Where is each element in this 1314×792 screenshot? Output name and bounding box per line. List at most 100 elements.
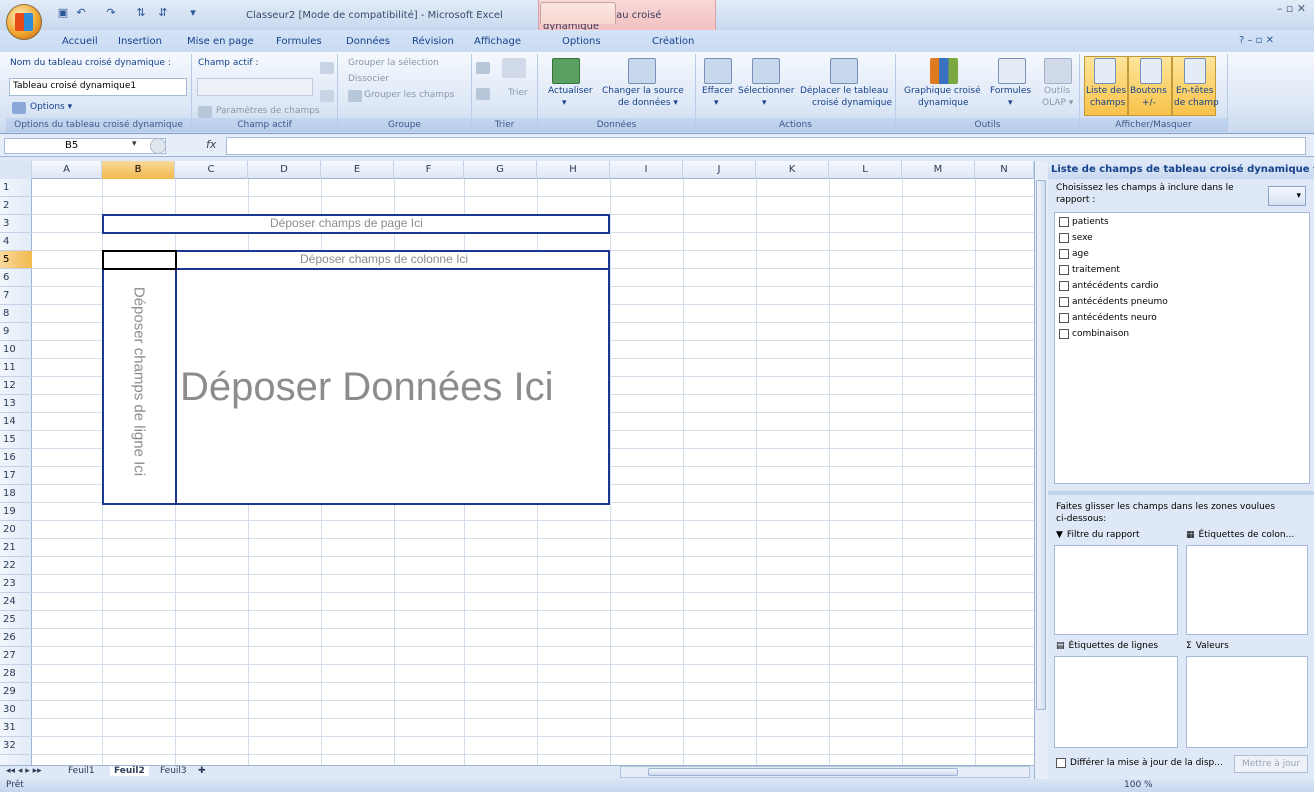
update-button[interactable]: Mettre à jour: [1234, 755, 1308, 773]
checkbox[interactable]: [1059, 313, 1069, 323]
change-source-button[interactable]: Changer la source: [602, 86, 684, 96]
row-header[interactable]: 3: [0, 215, 32, 233]
column-header[interactable]: F: [394, 161, 464, 179]
field-item[interactable]: sexe: [1059, 233, 1093, 243]
field-item[interactable]: antécédents pneumo: [1059, 297, 1168, 307]
row-header[interactable]: 16: [0, 449, 32, 467]
field-settings-button[interactable]: Paramètres de champs: [216, 106, 320, 116]
row-header[interactable]: 5: [0, 251, 32, 269]
column-header[interactable]: K: [756, 161, 829, 179]
row-header[interactable]: 24: [0, 593, 32, 611]
checkbox[interactable]: [1059, 217, 1069, 227]
column-header[interactable]: B: [102, 161, 175, 179]
defer-update-checkbox[interactable]: [1056, 758, 1066, 768]
row-header[interactable]: 30: [0, 701, 32, 719]
row-header[interactable]: 21: [0, 539, 32, 557]
undo-icon[interactable]: ↶: [74, 6, 88, 20]
select-button[interactable]: Sélectionner: [738, 86, 794, 96]
group-fields-button[interactable]: Grouper les champs: [364, 90, 454, 100]
row-header[interactable]: 23: [0, 575, 32, 593]
olap-button[interactable]: Outils: [1044, 86, 1070, 96]
column-header[interactable]: J: [683, 161, 756, 179]
office-button[interactable]: [6, 4, 42, 40]
row-header[interactable]: 12: [0, 377, 32, 395]
tab-formules[interactable]: Formules: [276, 36, 322, 47]
olap-button-line2[interactable]: OLAP ▾: [1042, 98, 1073, 108]
row-header[interactable]: 20: [0, 521, 32, 539]
sort-asc-icon[interactable]: ⇅: [134, 6, 148, 20]
column-header[interactable]: H: [537, 161, 610, 179]
ungroup-button[interactable]: Dissocier: [348, 74, 389, 84]
tab-donnees[interactable]: Données: [346, 36, 390, 47]
row-header[interactable]: 1: [0, 179, 32, 197]
field-item[interactable]: age: [1059, 249, 1089, 259]
values-zone[interactable]: [1186, 656, 1308, 748]
clear-dropdown[interactable]: ▾: [714, 98, 719, 108]
column-header[interactable]: M: [902, 161, 975, 179]
checkbox[interactable]: [1059, 233, 1069, 243]
sheet-tab[interactable]: Feuil1: [68, 766, 95, 776]
checkbox[interactable]: [1059, 281, 1069, 291]
checkbox[interactable]: [1059, 265, 1069, 275]
row-header[interactable]: 19: [0, 503, 32, 521]
move-pivot-button[interactable]: Déplacer le tableau: [800, 86, 888, 96]
column-header[interactable]: A: [32, 161, 102, 179]
layout-options-button[interactable]: ▾: [1268, 186, 1306, 206]
field-item[interactable]: combinaison: [1059, 329, 1129, 339]
row-labels-zone[interactable]: [1054, 656, 1178, 748]
tab-creation[interactable]: Création: [652, 36, 694, 47]
sort-az-icon[interactable]: [476, 62, 490, 74]
insert-function-icon[interactable]: fx: [206, 138, 216, 151]
select-all-corner[interactable]: [0, 161, 32, 179]
tab-affichage[interactable]: Affichage: [474, 36, 521, 47]
sheet-nav-icon[interactable]: ◂◂ ◂ ▸ ▸▸: [6, 766, 42, 776]
row-header[interactable]: 10: [0, 341, 32, 359]
customize-qat-icon[interactable]: ▾: [186, 6, 200, 20]
name-box-dropdown-icon[interactable]: ▾: [132, 139, 137, 149]
column-header[interactable]: C: [175, 161, 248, 179]
field-item[interactable]: antécédents cardio: [1059, 281, 1159, 291]
checkbox[interactable]: [1059, 249, 1069, 259]
redo-icon[interactable]: ↷: [104, 6, 118, 20]
row-header[interactable]: 4: [0, 233, 32, 251]
column-header[interactable]: D: [248, 161, 321, 179]
field-item[interactable]: traitement: [1059, 265, 1120, 275]
row-header[interactable]: 2: [0, 197, 32, 215]
pivot-name-input[interactable]: Tableau croisé dynamique1: [9, 78, 187, 96]
sort-dialog-icon[interactable]: [502, 58, 526, 78]
save-icon[interactable]: ▣: [56, 6, 70, 20]
report-filter-zone[interactable]: [1054, 545, 1178, 635]
row-header[interactable]: 8: [0, 305, 32, 323]
row-header[interactable]: 9: [0, 323, 32, 341]
column-header[interactable]: I: [610, 161, 683, 179]
refresh-dropdown[interactable]: ▾: [562, 98, 567, 108]
pivot-chart-button[interactable]: Graphique croisé: [904, 86, 981, 96]
formula-input[interactable]: [226, 137, 1306, 155]
group-selection-button[interactable]: Grouper la sélection: [348, 58, 439, 68]
tab-insertion[interactable]: Insertion: [118, 36, 162, 47]
move-pivot-button-line2[interactable]: croisé dynamique: [812, 98, 892, 108]
row-header[interactable]: 7: [0, 287, 32, 305]
column-header[interactable]: E: [321, 161, 394, 179]
sheet-tab-active[interactable]: Feuil2: [110, 766, 149, 776]
column-header[interactable]: G: [464, 161, 537, 179]
row-header[interactable]: 25: [0, 611, 32, 629]
select-dropdown[interactable]: ▾: [762, 98, 767, 108]
formulas-dropdown[interactable]: ▾: [1008, 98, 1013, 108]
refresh-button[interactable]: Actualiser: [548, 86, 593, 96]
sort-za-icon[interactable]: [476, 88, 490, 100]
row-header[interactable]: 22: [0, 557, 32, 575]
tab-accueil[interactable]: Accueil: [62, 36, 98, 47]
sheet-tab[interactable]: Feuil3: [160, 766, 187, 776]
window-controls[interactable]: – ▫ ✕: [1277, 2, 1306, 15]
column-header[interactable]: L: [829, 161, 902, 179]
change-source-button-line2[interactable]: de données ▾: [618, 98, 678, 108]
formula-cancel-icon[interactable]: [150, 138, 166, 154]
column-header[interactable]: N: [975, 161, 1034, 179]
formulas-button[interactable]: Formules: [990, 86, 1031, 96]
active-field-input[interactable]: [197, 78, 313, 96]
sort-desc-icon[interactable]: ⇵: [156, 6, 170, 20]
row-header[interactable]: 32: [0, 737, 32, 755]
tab-mise-en-page[interactable]: Mise en page: [187, 36, 254, 47]
row-header[interactable]: 28: [0, 665, 32, 683]
